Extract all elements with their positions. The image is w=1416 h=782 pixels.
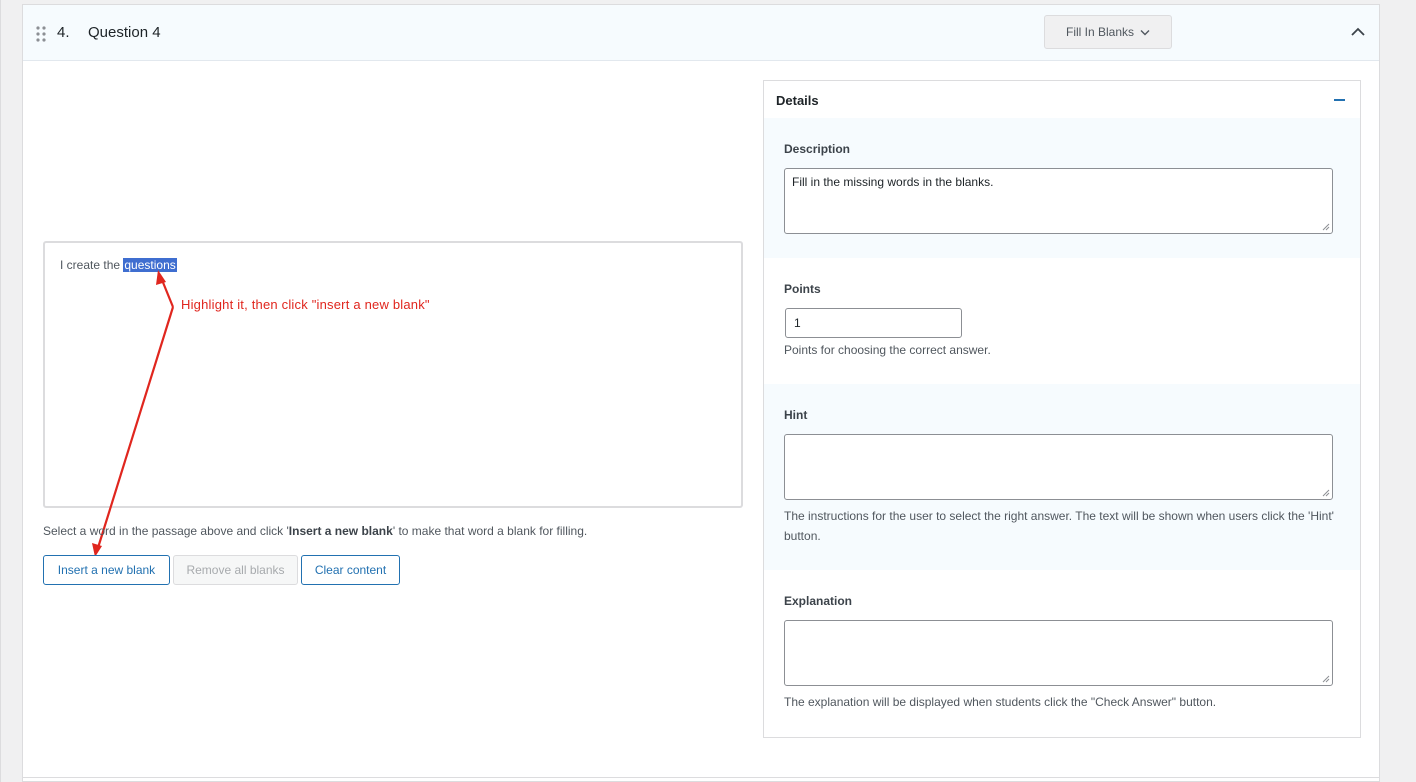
insert-blank-button[interactable]: Insert a new blank xyxy=(43,555,170,585)
clear-content-button[interactable]: Clear content xyxy=(301,555,400,585)
explanation-section: Explanation The explanation will be disp… xyxy=(764,570,1360,736)
passage-help-text: Select a word in the passage above and c… xyxy=(43,524,587,538)
passage-editor[interactable]: I create the questions xyxy=(43,241,743,508)
points-help: Points for choosing the correct answer. xyxy=(784,343,991,357)
hint-help: The instructions for the user to select … xyxy=(784,509,1334,543)
points-label: Points xyxy=(784,282,821,296)
description-textarea[interactable]: Fill in the missing words in the blanks. xyxy=(784,168,1333,234)
help-prefix: Select a word in the passage above and c… xyxy=(43,524,289,538)
remove-blanks-button[interactable]: Remove all blanks xyxy=(173,555,298,585)
chevron-up-icon[interactable] xyxy=(1349,25,1367,39)
annotation-note: Highlight it, then click "insert a new b… xyxy=(181,297,430,312)
details-panel: Details Description Fill in the missing … xyxy=(763,80,1361,738)
description-section: Description Fill in the missing words in… xyxy=(764,118,1360,258)
resize-grip-icon[interactable] xyxy=(1322,223,1330,231)
details-title: Details xyxy=(776,93,819,108)
resize-grip-icon[interactable] xyxy=(1322,675,1330,683)
help-bold: Insert a new blank xyxy=(288,524,393,538)
collapse-minus-icon[interactable] xyxy=(1334,99,1345,101)
help-suffix: ' to make that word a blank for filling. xyxy=(392,524,588,538)
description-label: Description xyxy=(784,142,851,156)
question-header[interactable]: 4. Question 4 Fill In Blanks xyxy=(23,5,1379,61)
points-input[interactable]: 1 xyxy=(785,308,962,338)
page-left-edge xyxy=(0,0,1,782)
description-value: Fill in the missing words in the blanks. xyxy=(792,175,994,189)
drag-handle-icon[interactable] xyxy=(35,26,47,42)
hint-section: Hint The instructions for the user to se… xyxy=(764,384,1360,570)
passage-text[interactable]: I create the questions xyxy=(60,258,177,272)
resize-grip-icon[interactable] xyxy=(1322,489,1330,497)
question-number: 4. xyxy=(57,24,70,41)
explanation-textarea[interactable] xyxy=(784,620,1333,686)
chevron-down-icon xyxy=(1140,29,1150,35)
hint-textarea[interactable] xyxy=(784,434,1333,500)
points-section: Points 1 Points for choosing the correct… xyxy=(764,258,1360,384)
selected-word[interactable]: questions xyxy=(123,258,177,272)
hint-label: Hint xyxy=(784,408,808,422)
explanation-help: The explanation will be displayed when s… xyxy=(784,695,1217,709)
question-type-label: Fill In Blanks xyxy=(1065,25,1135,39)
explanation-label: Explanation xyxy=(784,594,853,608)
question-type-dropdown[interactable]: Fill In Blanks xyxy=(1044,15,1172,49)
details-header[interactable]: Details xyxy=(764,81,1360,118)
question-card: 4. Question 4 Fill In Blanks I create th… xyxy=(22,4,1380,782)
passage-text-before: I create the xyxy=(60,258,124,272)
card-divider xyxy=(23,777,1379,778)
question-title[interactable]: Question 4 xyxy=(88,24,161,41)
